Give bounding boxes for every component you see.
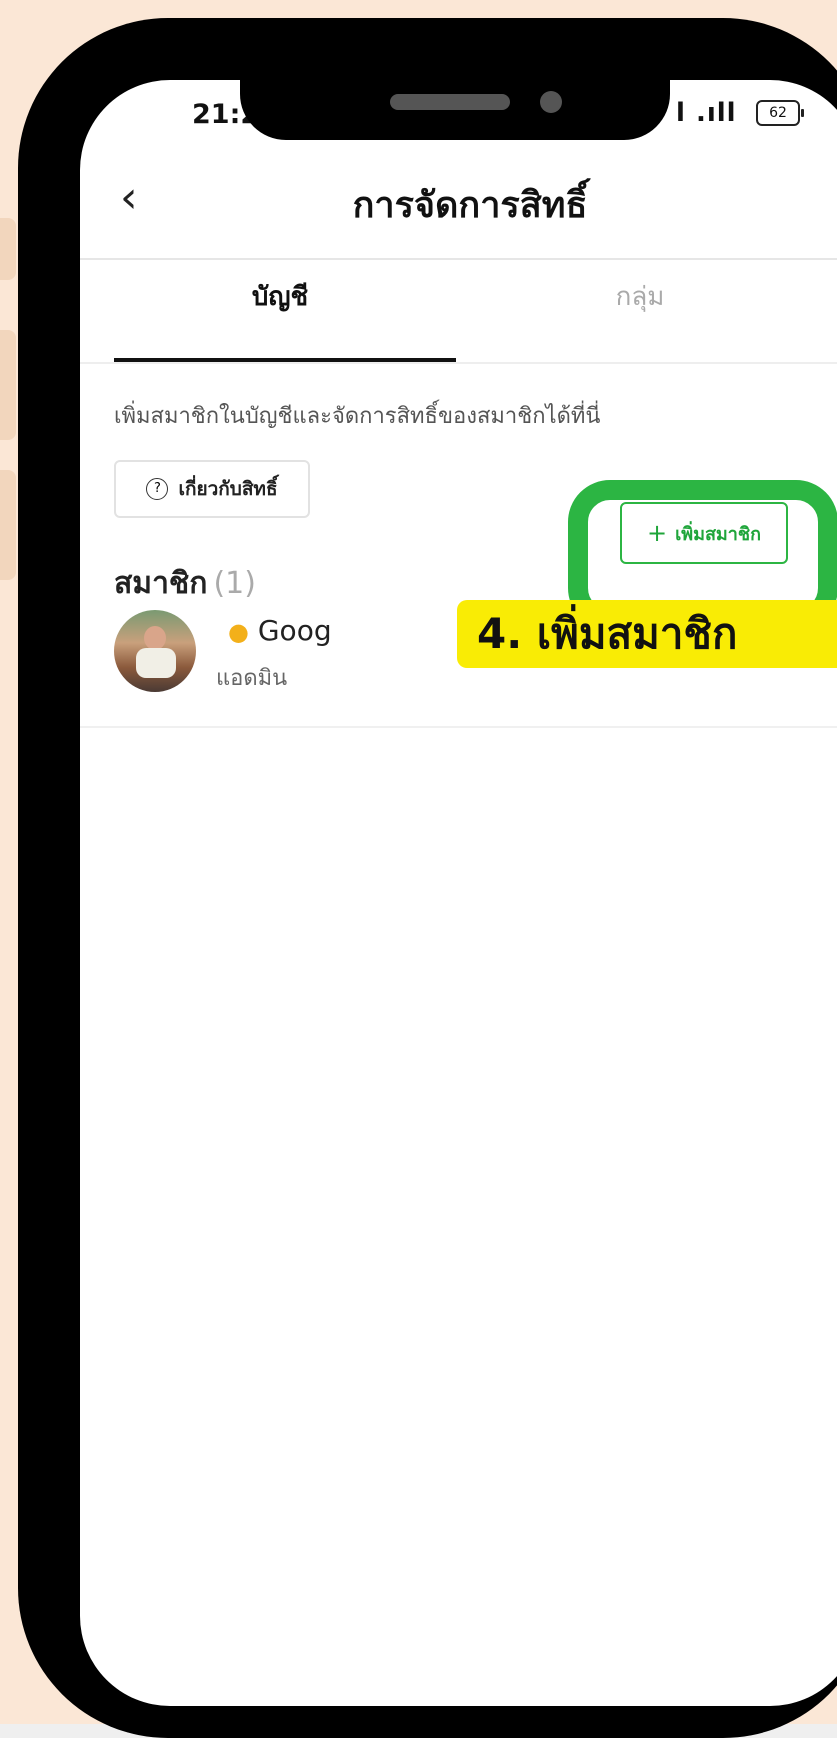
members-count: (1) (213, 566, 256, 601)
front-camera (540, 91, 562, 113)
members-label: สมาชิก (114, 566, 208, 601)
tab-accounts[interactable]: บัญชี (110, 276, 450, 317)
page-title: การจัดการสิทธิ์ (352, 185, 588, 226)
tab-groups[interactable]: กลุ่ม (470, 276, 810, 317)
divider (80, 726, 837, 728)
phone-frame: 21:2 l .ıll 62 ‹ การจัดการสิทธิ์ บัญชี ก… (18, 18, 837, 1738)
avatar[interactable] (114, 610, 196, 692)
members-heading: สมาชิก (1) (114, 560, 256, 607)
duck-emoji-icon: ● (228, 618, 249, 646)
divider (80, 362, 837, 364)
member-role: แอดมิน (216, 666, 288, 691)
intro-text: เพิ่มสมาชิกในบัญชีและจัดการสิทธิ์ของสมาช… (114, 404, 601, 429)
divider (80, 258, 837, 260)
side-decoration (0, 470, 16, 580)
about-permissions-button[interactable]: ? เกี่ยวกับสิทธิ์ (114, 460, 310, 518)
add-member-button[interactable]: + เพิ่มสมาชิก (620, 502, 788, 564)
speaker-grille (390, 94, 510, 110)
help-circle-icon: ? (146, 478, 169, 500)
add-member-label: เพิ่มสมาชิก (675, 523, 762, 545)
step-callout-label: 4. เพิ่มสมาชิก (457, 600, 837, 668)
side-decoration (0, 330, 16, 440)
battery-icon: 62 (756, 100, 804, 126)
phone-screen: 21:2 l .ıll 62 ‹ การจัดการสิทธิ์ บัญชี ก… (80, 80, 837, 1706)
member-name[interactable]: ● Goog (228, 614, 332, 647)
signal-icon: l .ıll (676, 98, 737, 128)
member-name-text: Goog (257, 614, 332, 647)
plus-icon: + (646, 519, 668, 547)
phone-notch (240, 28, 670, 140)
about-permissions-label: เกี่ยวกับสิทธิ์ (178, 478, 278, 500)
side-decoration (0, 218, 16, 280)
